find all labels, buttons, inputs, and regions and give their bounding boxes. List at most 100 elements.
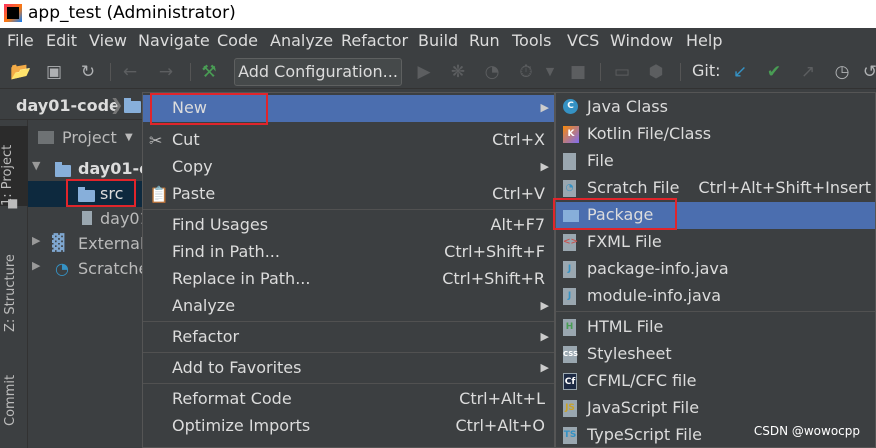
- package-icon: [563, 210, 579, 222]
- submenu-item-fxml[interactable]: <> FXML File: [556, 229, 875, 256]
- menu-item-refactor[interactable]: Refactor ▶: [143, 324, 554, 351]
- submenu-item-file[interactable]: File: [556, 148, 875, 175]
- submenu-item-scratch-file[interactable]: ◔ Scratch File Ctrl+Alt+Shift+Insert: [556, 175, 875, 202]
- submenu-item-stylesheet[interactable]: CSS Stylesheet: [556, 341, 875, 368]
- expand-arrow-icon[interactable]: ▶: [32, 259, 40, 272]
- tab-project[interactable]: 1: Project: [0, 126, 28, 206]
- menu-build[interactable]: Build: [418, 31, 458, 50]
- tree-item-src[interactable]: src: [28, 181, 142, 207]
- watermark: CSDN @wowocpp: [753, 424, 860, 438]
- menu-item-reformat-code[interactable]: Reformat Code Ctrl+Alt+L: [143, 386, 554, 413]
- menu-window[interactable]: Window: [610, 31, 673, 50]
- submenu-item-html[interactable]: H HTML File: [556, 314, 875, 341]
- menu-bar: File Edit View Navigate Code Analyze Ref…: [0, 28, 876, 55]
- menu-separator: [143, 383, 554, 384]
- expand-arrow-icon[interactable]: ▶: [32, 234, 40, 247]
- shortcut-label: Ctrl+Alt+O: [455, 416, 545, 435]
- submenu-item-java-class[interactable]: C Java Class: [556, 94, 875, 121]
- tab-commit[interactable]: Commit: [3, 356, 18, 426]
- menu-item-new[interactable]: New ▶: [143, 95, 554, 122]
- submenu-arrow-icon: ▶: [540, 299, 549, 312]
- menu-item-replace-in-path[interactable]: Replace in Path... Ctrl+Shift+R: [143, 266, 554, 293]
- shortcut-label: Ctrl+Shift+F: [444, 242, 545, 261]
- chevron-down-icon[interactable]: ▼: [540, 62, 560, 82]
- submenu-item-label: module-info.java: [587, 286, 722, 305]
- scissors-icon: ✂: [149, 131, 163, 150]
- iml-file-icon: [82, 211, 92, 225]
- shortcut-label: Ctrl+X: [492, 130, 545, 149]
- menu-tools[interactable]: Tools: [512, 31, 551, 50]
- menu-navigate[interactable]: Navigate: [138, 31, 210, 50]
- debug-icon[interactable]: ❋: [448, 62, 468, 82]
- submenu-item-kotlin[interactable]: K Kotlin File/Class: [556, 121, 875, 148]
- save-icon[interactable]: ▣: [44, 62, 64, 82]
- expand-arrow-icon[interactable]: ▼: [32, 159, 40, 172]
- submenu-item-module-info[interactable]: J module-info.java: [556, 283, 875, 310]
- menu-file[interactable]: File: [7, 31, 34, 50]
- menu-item-optimize-imports[interactable]: Optimize Imports Ctrl+Alt+O: [143, 413, 554, 440]
- clipboard-icon: 📋: [149, 185, 169, 204]
- main-toolbar: 📂 ▣ ↻ ← → ⚒ Add Configuration... ▶ ❋ ◔ ⏱…: [0, 55, 876, 89]
- git-commit-icon[interactable]: ✔: [764, 62, 784, 82]
- tree-item-project-root[interactable]: ▼ day01-co: [28, 156, 160, 182]
- device-icon[interactable]: ▭: [612, 62, 632, 82]
- title-bar: app_test (Administrator): [0, 0, 876, 28]
- rollback-icon[interactable]: ↺: [860, 62, 876, 82]
- submenu-item-label: Stylesheet: [587, 344, 672, 363]
- chevron-down-icon[interactable]: ▼: [125, 132, 133, 143]
- run-icon[interactable]: ▶: [414, 62, 434, 82]
- menu-vcs[interactable]: VCS: [567, 31, 599, 50]
- git-history-icon[interactable]: ◷: [832, 62, 852, 82]
- menu-item-find-usages[interactable]: Find Usages Alt+F7: [143, 212, 554, 239]
- git-update-icon[interactable]: ↙: [730, 62, 750, 82]
- breadcrumb-separator-icon: ❯: [110, 95, 124, 114]
- submenu-item-cfml[interactable]: Cf CFML/CFC file: [556, 368, 875, 395]
- build-hammer-icon[interactable]: ⚒: [199, 62, 219, 82]
- menu-edit[interactable]: Edit: [46, 31, 77, 50]
- menu-item-analyze[interactable]: Analyze ▶: [143, 293, 554, 320]
- menu-separator: [143, 321, 554, 322]
- project-panel-title[interactable]: Project: [62, 128, 117, 147]
- menu-item-copy[interactable]: Copy ▶: [143, 154, 554, 181]
- menu-item-add-to-favorites[interactable]: Add to Favorites ▶: [143, 355, 554, 382]
- folder-icon[interactable]: [124, 98, 141, 113]
- menu-item-cut[interactable]: ✂ Cut Ctrl+X: [143, 127, 554, 154]
- tree-item-scratches[interactable]: ▶ ◔ Scratche: [28, 256, 148, 282]
- menu-view[interactable]: View: [89, 31, 127, 50]
- menu-analyze[interactable]: Analyze: [270, 31, 333, 50]
- submenu-item-package[interactable]: Package: [556, 202, 875, 229]
- tree-item-external-libraries[interactable]: ▶ ▓ External: [28, 231, 144, 257]
- menu-item-label: Add to Favorites: [172, 358, 302, 377]
- open-folder-icon[interactable]: 📂: [10, 62, 31, 82]
- sync-icon[interactable]: ↻: [78, 62, 98, 82]
- profile-icon[interactable]: ⏱: [516, 62, 536, 82]
- back-arrow-icon[interactable]: ←: [120, 62, 140, 82]
- coverage-icon[interactable]: ◔: [482, 62, 502, 82]
- add-configuration-button[interactable]: Add Configuration...: [234, 58, 402, 86]
- menu-run[interactable]: Run: [469, 31, 500, 50]
- source-folder-icon: [78, 187, 95, 202]
- menu-code[interactable]: Code: [217, 31, 258, 50]
- submenu-item-label: JavaScript File: [587, 398, 700, 417]
- menu-item-find-in-path[interactable]: Find in Path... Ctrl+Shift+F: [143, 239, 554, 266]
- submenu-item-label: Java Class: [587, 97, 668, 116]
- submenu-item-package-info[interactable]: J package-info.java: [556, 256, 875, 283]
- menu-item-paste[interactable]: 📋 Paste Ctrl+V: [143, 181, 554, 208]
- tab-structure[interactable]: Z: Structure: [3, 236, 18, 332]
- js-icon: JS: [563, 400, 577, 417]
- submenu-item-javascript[interactable]: JS JavaScript File: [556, 395, 875, 422]
- menu-item-label: Find Usages: [172, 215, 269, 234]
- tree-item-iml[interactable]: day01: [28, 206, 150, 232]
- submenu-arrow-icon: ▶: [540, 160, 549, 173]
- menu-refactor[interactable]: Refactor: [341, 31, 408, 50]
- breadcrumb-project[interactable]: day01-code: [16, 96, 120, 115]
- sdk-manager-icon[interactable]: ⬢: [646, 62, 666, 82]
- scratches-icon: ◔: [55, 259, 69, 278]
- menu-separator: [143, 209, 554, 210]
- stop-icon[interactable]: ■: [568, 62, 588, 82]
- left-tool-strip: 1: Project ■ Z: Structure Commit: [0, 120, 28, 448]
- fxml-icon: <>: [563, 234, 578, 251]
- git-push-icon[interactable]: ↗: [798, 62, 818, 82]
- forward-arrow-icon[interactable]: →: [156, 62, 176, 82]
- menu-help[interactable]: Help: [686, 31, 722, 50]
